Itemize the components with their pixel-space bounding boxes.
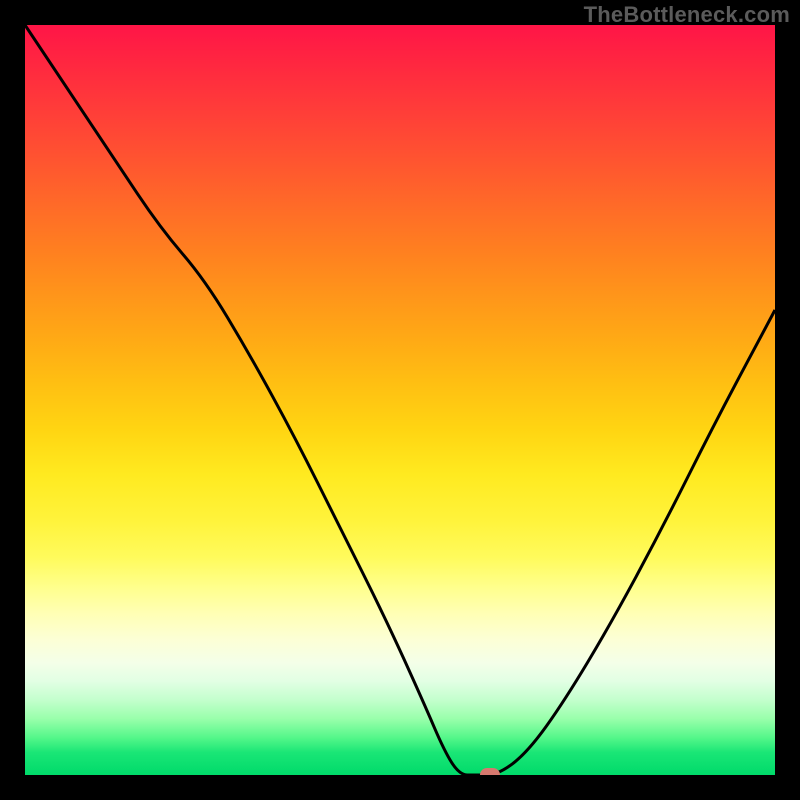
curve-svg — [25, 25, 775, 775]
chart-container: TheBottleneck.com — [0, 0, 800, 800]
bottleneck-curve — [25, 25, 775, 775]
plot-area — [25, 25, 775, 775]
optimal-point-marker — [480, 768, 500, 775]
watermark-text: TheBottleneck.com — [584, 2, 790, 28]
